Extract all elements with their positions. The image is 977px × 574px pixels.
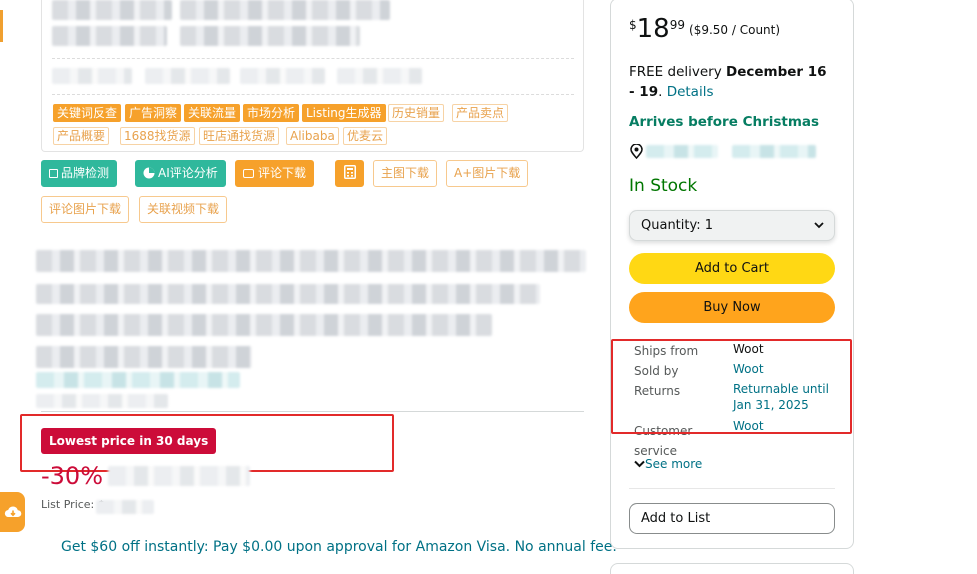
main-image-download-button[interactable]: 主图下载 [373,160,438,187]
redacted-text [52,0,172,20]
add-to-cart-button[interactable]: Add to Cart [629,253,835,284]
discount-percent: -30% [41,462,104,490]
redacted-rating [36,394,168,408]
redacted-text [145,68,230,84]
redacted-list-price [96,500,154,514]
dashed-divider [52,58,574,59]
side-accent-tab [0,10,3,42]
location-pin-icon[interactable] [630,144,643,159]
tag-listing-generator[interactable]: Listing生成器 [302,104,386,122]
ai-review-analysis-button[interactable]: AI评论分析 [135,160,226,187]
arrives-before-christmas: Arrives before Christmas [629,114,820,130]
add-to-list-button[interactable]: Add to List [629,503,835,534]
redacted-text [240,68,325,84]
brand-check-button[interactable]: 品牌检测 [41,160,118,187]
chevron-down-icon [634,460,645,468]
redacted-text [52,26,167,46]
redacted-location [646,145,718,158]
chevron-down-icon [814,222,824,229]
buybox-divider [629,488,835,489]
details-link[interactable]: Details [667,84,714,100]
tag-keyword-reverse[interactable]: 关键词反查 [53,104,122,122]
tag-related-traffic[interactable]: 关联流量 [184,104,241,122]
redacted-text [180,0,390,20]
secondary-box [610,563,854,574]
redacted-product-title [36,346,252,368]
visa-promo-link[interactable]: Get $60 off instantly: Pay $0.00 upon ap… [61,539,617,555]
chat-bubble-icon [243,169,254,178]
tag-1688-source[interactable]: 1688找货源 [120,127,195,145]
redacted-price [108,466,250,486]
delivery-info: FREE delivery December 16 - 19. Details [629,64,827,100]
price-whole: 18 [636,14,670,44]
redacted-text [180,26,360,46]
review-image-download-button[interactable]: 评论图片下载 [41,196,130,223]
redacted-location [732,145,816,158]
dashed-divider [52,94,574,95]
price-symbol: $ [629,18,637,32]
see-more-link[interactable]: See more [634,457,702,471]
buy-now-button[interactable]: Buy Now [629,292,835,323]
square-icon [49,169,58,178]
quantity-value: 1 [704,218,714,233]
redacted-text [337,68,422,84]
price-per-unit: ($9.50 / Count) [689,23,781,37]
annotation-box-seller [611,339,852,434]
tag-ad-insight[interactable]: 广告洞察 [125,104,182,122]
redacted-product-title [36,314,492,336]
calculator-button[interactable] [335,160,364,187]
tag-sales-history[interactable]: 历史销量 [388,104,445,122]
aplus-image-download-button[interactable]: A+图片下载 [446,160,529,187]
tag-alibaba[interactable]: Alibaba [286,127,339,145]
quantity-label: Quantity: [641,218,701,233]
tag-selling-points[interactable]: 产品卖点 [452,104,509,122]
redacted-product-title [36,284,540,304]
pie-chart-icon [143,167,155,179]
tag-product-summary[interactable]: 产品概要 [53,127,110,145]
tag-youmaiyun[interactable]: 优麦云 [343,127,388,145]
stock-status: In Stock [629,176,698,196]
tag-market-analysis[interactable]: 市场分析 [243,104,300,122]
cloud-download-button[interactable] [0,492,25,532]
redacted-link [36,372,240,388]
section-divider [41,411,584,412]
review-download-button[interactable]: 评论下载 [235,160,315,187]
quantity-select[interactable]: Quantity: 1 [629,210,835,241]
price-fraction: 99 [669,18,686,32]
redacted-product-title [36,250,586,272]
tag-wangdiantong-source[interactable]: 旺店通找货源 [199,127,280,145]
redacted-text [52,68,132,84]
related-video-download-button[interactable]: 关联视频下载 [139,196,228,223]
cloud-download-icon [4,506,21,518]
calculator-icon [343,165,356,179]
price: $ 18 99 ($9.50 / Count) [629,14,780,44]
